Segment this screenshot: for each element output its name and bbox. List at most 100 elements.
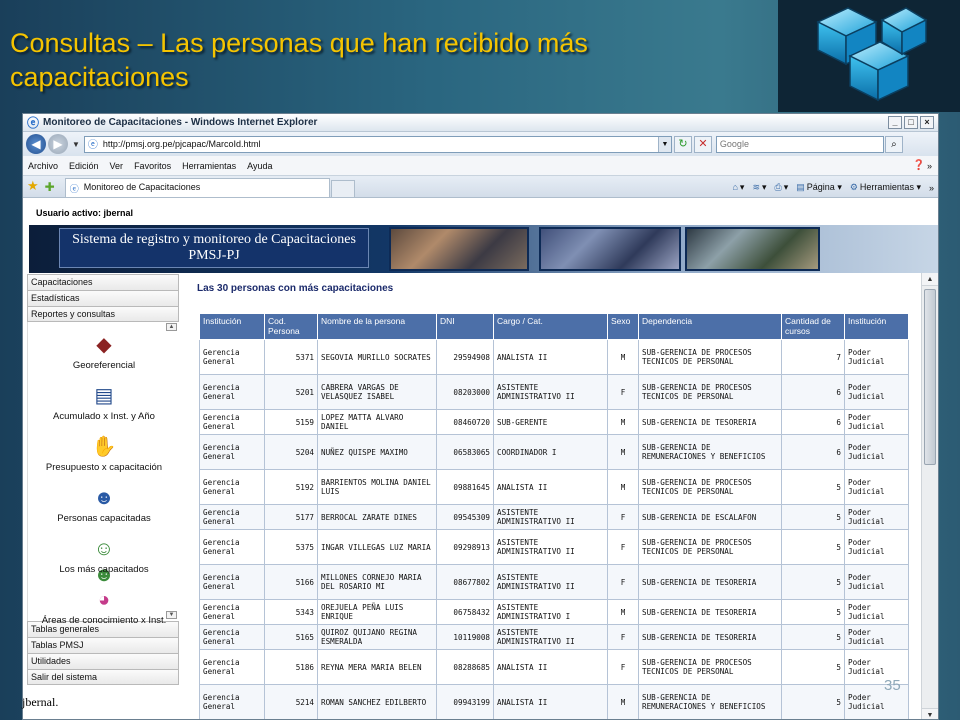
table-cell: ANALISTA II (493, 339, 608, 375)
menu-archivo[interactable]: Archivo (28, 161, 58, 171)
table-cell: 7 (781, 339, 845, 375)
vertical-scrollbar[interactable]: ▲ ▼ (921, 273, 938, 719)
nav-tablas-pmsj[interactable]: Tablas PMSJ (27, 637, 179, 653)
menu-ayuda[interactable]: Ayuda (247, 161, 272, 171)
help-icon[interactable]: ❓ (913, 160, 925, 171)
col-sexo[interactable]: Sexo (607, 313, 639, 340)
search-input[interactable]: Google (715, 135, 884, 153)
home-button[interactable]: ⌂ ▾ (732, 182, 744, 193)
nav-areas[interactable]: ◕ Áreas de conocimiento x Inst. (28, 587, 180, 626)
table-row[interactable]: Gerencia General 5214 ROMAN SANCHEZ EDILBE… (199, 684, 909, 719)
table-cell: Poder Judicial (844, 409, 909, 435)
address-bar[interactable]: ⓔ http://pmsj.org.pe/pjcapac/MarcoId.htm… (83, 135, 672, 153)
col-cargo[interactable]: Cargo / Cat. (493, 313, 608, 340)
col-nombre[interactable]: Nombre de la persona (317, 313, 437, 340)
table-row[interactable]: Gerencia General 5192 BARRIENTOS MOLINA DA… (199, 469, 909, 505)
stop-button[interactable]: ✕ (693, 135, 712, 153)
table-cell: BARRIENTOS MOLINA DANIEL LUIS (317, 469, 437, 505)
more-chevron-icon[interactable]: » (929, 183, 934, 193)
nav-estadisticas[interactable]: Estadísticas (27, 290, 179, 306)
table-cell: Gerencia General (199, 529, 265, 565)
money-icon: ✋ (91, 436, 117, 458)
table-row[interactable]: Gerencia General 5177 BERROCAL ZARATE DINE… (199, 504, 909, 530)
refresh-button[interactable]: ↻ (673, 135, 692, 153)
scroll-thumb[interactable] (924, 289, 936, 465)
nav-personas[interactable]: ☻ Personas capacitadas (28, 485, 180, 524)
table-row[interactable]: Gerencia General 5166 MILLONES CORNEJO MAR… (199, 564, 909, 600)
table-cell: M (607, 684, 639, 719)
nav-mas-capacitados[interactable]: ☺☻ Los más capacitados (28, 536, 180, 586)
table-cell: SUB-GERENCIA DE TESORERIA (638, 624, 782, 650)
nav-acumulado[interactable]: ▤ Acumulado x Inst. y Año (28, 383, 180, 422)
scroll-up-icon[interactable]: ▲ (922, 273, 938, 286)
table-row[interactable]: Gerencia General 5371 SEGOVIA MURILLO SOCR… (199, 339, 909, 375)
menu-favoritos[interactable]: Favoritos (134, 161, 171, 171)
forward-button[interactable]: ▶ (48, 134, 68, 154)
table-cell: LOPEZ MATTA ALVARO DANIEL (317, 409, 437, 435)
site-banner: Sistema de registro y monitoreo de Capac… (29, 225, 938, 273)
table-cell: 29594908 (436, 339, 494, 375)
table-cell: Gerencia General (199, 339, 265, 375)
nav-presupuesto[interactable]: ✋ Presupuesto x capacitación (28, 434, 180, 473)
tools-menu[interactable]: ⚙ Herramientas ▾ (850, 182, 921, 193)
nav-reportes[interactable]: Reportes y consultas (27, 306, 179, 322)
banner-photo-3 (685, 227, 820, 271)
table-cell: ANALISTA II (493, 649, 608, 685)
menu-edicion[interactable]: Edición (69, 161, 99, 171)
tab-monitoreo[interactable]: ⓔ Monitoreo de Capacitaciones (64, 178, 330, 197)
history-dropdown-icon[interactable]: ▼ (72, 140, 80, 149)
table-row[interactable]: Gerencia General 5186 REYNA MERA MARIA BEL… (199, 649, 909, 685)
feeds-button[interactable]: ≋ ▾ (752, 182, 766, 193)
results-table-wrap: Institución Cod. Persona Nombre de la pe… (199, 313, 912, 719)
maximize-button[interactable]: □ (904, 116, 918, 129)
table-cell: REYNA MERA MARIA BELEN (317, 649, 437, 685)
nav-utilidades[interactable]: Utilidades (27, 653, 179, 669)
table-cell: 5204 (264, 434, 318, 470)
table-cell: Poder Judicial (844, 374, 909, 410)
table-row[interactable]: Gerencia General 5204 NUÑEZ QUISPE MAXIMO 0… (199, 434, 909, 470)
collapse-up-icon[interactable]: ▲ (166, 323, 177, 331)
slide-number: 35 (884, 677, 901, 694)
table-row[interactable]: Gerencia General 5343 OREJUELA PEÑA LUIS E… (199, 599, 909, 625)
col-cod-persona[interactable]: Cod. Persona (264, 313, 318, 340)
table-cell: Gerencia General (199, 649, 265, 685)
nav-georeferencial[interactable]: ◆ Georeferencial (28, 332, 180, 371)
table-cell: F (607, 529, 639, 565)
col-institucion-2[interactable]: Institución (844, 313, 909, 340)
table-row[interactable]: Gerencia General 5201 CABRERA VARGAS DE VE… (199, 374, 909, 410)
table-row[interactable]: Gerencia General 5159 LOPEZ MATTA ALVARO D… (199, 409, 909, 435)
print-button[interactable]: ⎙ ▾ (775, 182, 789, 193)
chevron-icon[interactable]: » (927, 161, 932, 171)
col-cantidad[interactable]: Cantidad de cursos (781, 313, 845, 340)
table-cell: SUB-GERENCIA DE TESORERIA (638, 409, 782, 435)
table-cell: ASISTENTE ADMINISTRATIVO II (493, 529, 608, 565)
scroll-down-icon[interactable]: ▼ (922, 708, 938, 719)
menu-ver[interactable]: Ver (110, 161, 124, 171)
table-row[interactable]: Gerencia General 5375 INGAR VILLEGAS LUZ M… (199, 529, 909, 565)
nav-salir[interactable]: Salir del sistema (27, 669, 179, 685)
table-cell: Poder Judicial (844, 434, 909, 470)
minimize-button[interactable]: _ (888, 116, 902, 129)
new-tab-button[interactable] (330, 180, 355, 197)
collapse-down-icon[interactable]: ▼ (166, 611, 177, 619)
table-cell: 09881645 (436, 469, 494, 505)
search-icon[interactable]: ⌕ (884, 135, 903, 153)
table-cell: Gerencia General (199, 624, 265, 650)
back-button[interactable]: ◀ (26, 134, 46, 154)
nav-capacitaciones[interactable]: Capacitaciones (27, 274, 179, 290)
table-cell: Poder Judicial (844, 469, 909, 505)
table-cell: 08203000 (436, 374, 494, 410)
favorites-star-icon[interactable]: ★ (27, 178, 39, 194)
col-institucion[interactable]: Institución (199, 313, 265, 340)
table-cell: Poder Judicial (844, 599, 909, 625)
col-dni[interactable]: DNI (436, 313, 494, 340)
address-dropdown-icon[interactable]: ▼ (657, 136, 671, 152)
col-dependencia[interactable]: Dependencia (638, 313, 782, 340)
table-cell: 5186 (264, 649, 318, 685)
add-favorites-icon[interactable]: ✚ (45, 180, 55, 194)
menu-herramientas[interactable]: Herramientas (182, 161, 236, 171)
table-row[interactable]: Gerencia General 5165 QUIROZ QUIJANO REGIN… (199, 624, 909, 650)
table-cell: 5177 (264, 504, 318, 530)
close-button[interactable]: × (920, 116, 934, 129)
page-menu[interactable]: ▤ Página ▾ (796, 182, 842, 193)
